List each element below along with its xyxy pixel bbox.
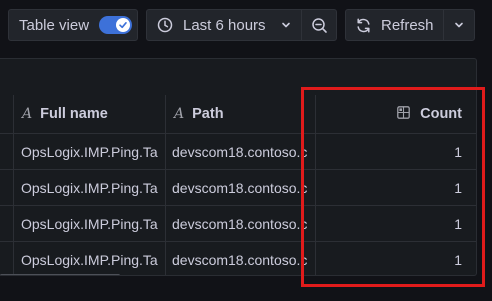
chevron-down-icon bbox=[453, 19, 465, 31]
path-cell: devscom18.contoso.c bbox=[166, 134, 316, 169]
full-name-cell: OpsLogix.IMP.Ping.Ta bbox=[14, 206, 166, 241]
time-range-label: Last 6 hours bbox=[183, 16, 266, 34]
full-name-cell: OpsLogix.IMP.Ping.Ta bbox=[14, 134, 166, 169]
row-spacer bbox=[0, 170, 14, 205]
path-cell: devscom18.contoso.c bbox=[166, 242, 316, 275]
column-header-count[interactable]: Count bbox=[316, 95, 476, 133]
horizontal-scrollbar[interactable] bbox=[0, 274, 120, 275]
toolbar: Table view Last 6 hours Refresh bbox=[0, 0, 492, 52]
table-row[interactable]: OpsLogix.IMP.Ping.Ta devscom18.contoso.c… bbox=[0, 206, 476, 242]
chevron-down-icon bbox=[280, 19, 292, 31]
column-label: Full name bbox=[40, 106, 108, 122]
path-cell: devscom18.contoso.c bbox=[166, 206, 316, 241]
refresh-button[interactable]: Refresh bbox=[345, 9, 444, 41]
table-view-toggle[interactable]: Table view bbox=[8, 9, 138, 41]
data-table: A Full name A Path Count OpsLogix.IMP.Pi… bbox=[0, 95, 476, 275]
toggle-switch[interactable] bbox=[99, 16, 133, 34]
count-cell: 1 bbox=[454, 215, 462, 232]
column-header-full-name[interactable]: A Full name bbox=[14, 95, 166, 133]
column-label: Path bbox=[192, 106, 224, 122]
path-cell: devscom18.contoso.c bbox=[166, 170, 316, 205]
string-type-icon: A bbox=[22, 106, 33, 122]
row-spacer bbox=[0, 206, 14, 241]
row-spacer bbox=[0, 242, 14, 275]
column-header-path[interactable]: A Path bbox=[166, 95, 316, 133]
column-label: Count bbox=[420, 106, 462, 122]
clock-icon bbox=[157, 17, 173, 33]
refresh-label: Refresh bbox=[381, 16, 434, 34]
panel-header bbox=[0, 59, 476, 95]
table-row[interactable]: OpsLogix.IMP.Ping.Ta devscom18.contoso.c… bbox=[0, 242, 476, 275]
table-row[interactable]: OpsLogix.IMP.Ping.Ta devscom18.contoso.c… bbox=[0, 134, 476, 170]
check-icon bbox=[116, 18, 131, 32]
count-cell: 1 bbox=[454, 143, 462, 160]
count-cell: 1 bbox=[454, 179, 462, 196]
full-name-cell: OpsLogix.IMP.Ping.Ta bbox=[14, 242, 166, 275]
table-view-label: Table view bbox=[19, 16, 90, 34]
header-spacer bbox=[0, 95, 14, 133]
full-name-cell: OpsLogix.IMP.Ping.Ta bbox=[14, 170, 166, 205]
time-range-picker[interactable]: Last 6 hours bbox=[146, 9, 302, 41]
table-header-row: A Full name A Path Count bbox=[0, 95, 476, 134]
row-spacer bbox=[0, 134, 14, 169]
string-type-icon: A bbox=[174, 106, 185, 122]
zoom-out-icon bbox=[311, 17, 328, 34]
count-cell: 1 bbox=[454, 251, 462, 268]
table-panel: A Full name A Path Count OpsLogix.IMP.Pi… bbox=[0, 58, 477, 276]
refresh-interval-dropdown[interactable] bbox=[443, 9, 475, 41]
table-row[interactable]: OpsLogix.IMP.Ping.Ta devscom18.contoso.c… bbox=[0, 170, 476, 206]
zoom-out-button[interactable] bbox=[301, 9, 337, 41]
refresh-icon bbox=[355, 17, 372, 34]
number-grid-icon bbox=[397, 105, 410, 123]
